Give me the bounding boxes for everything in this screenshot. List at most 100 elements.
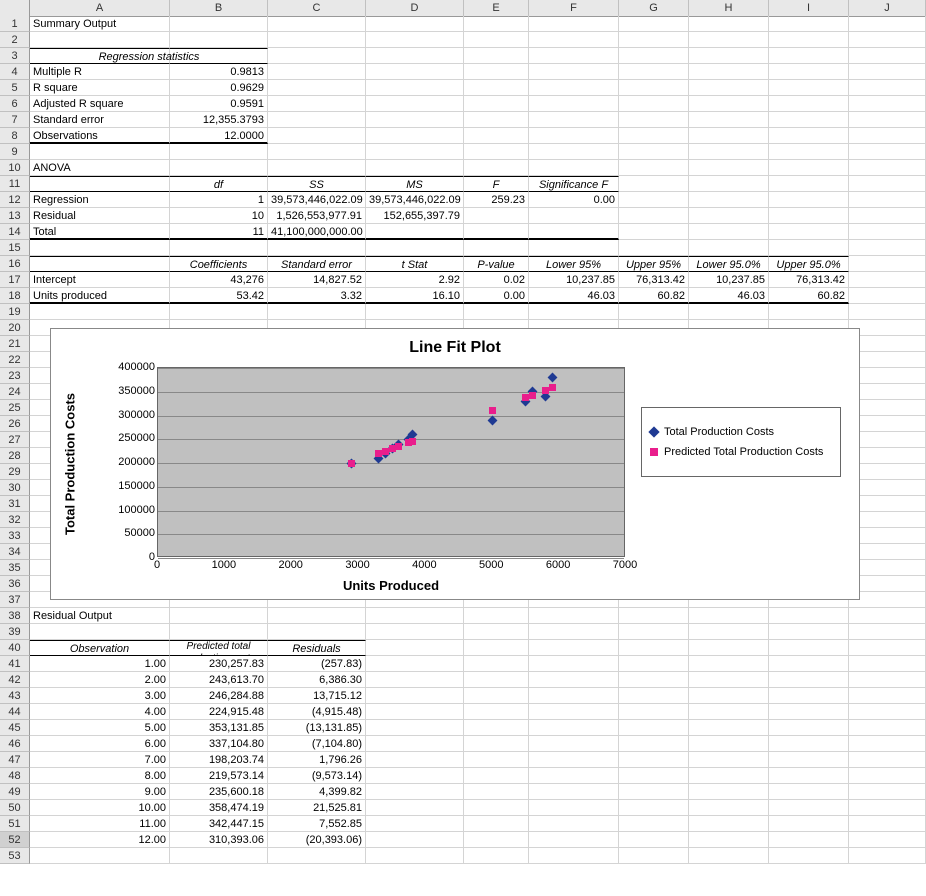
cell[interactable] [464,608,529,624]
cell[interactable] [619,608,689,624]
cell[interactable]: 10,237.85 [689,272,769,288]
cell[interactable]: 8.00 [30,768,170,784]
cell[interactable] [689,736,769,752]
cell[interactable] [689,752,769,768]
cell[interactable] [30,256,170,272]
cell[interactable]: 224,915.48 [170,704,268,720]
cell[interactable] [268,112,366,128]
cell[interactable]: SS [268,176,366,192]
cell[interactable] [464,144,529,160]
cell[interactable] [529,768,619,784]
cell[interactable] [366,32,464,48]
cell[interactable]: 16.10 [366,288,464,304]
cell[interactable] [849,768,926,784]
row-header[interactable]: 1 [0,16,30,32]
cell[interactable]: Upper 95.0% [769,256,849,272]
cell[interactable] [619,784,689,800]
cell[interactable] [619,640,689,656]
cell[interactable]: Residuals [268,640,366,656]
cell[interactable]: 76,313.42 [619,272,689,288]
cell[interactable] [849,480,926,496]
cell[interactable]: 0.9591 [170,96,268,112]
row-header[interactable]: 40 [0,640,30,656]
cell[interactable] [619,672,689,688]
cell[interactable] [170,16,268,32]
cell[interactable] [689,704,769,720]
cell[interactable]: Units produced [30,288,170,304]
row-header[interactable]: 8 [0,128,30,144]
cell[interactable] [689,688,769,704]
cell[interactable] [529,16,619,32]
cell[interactable] [769,240,849,256]
cell[interactable] [849,592,926,608]
cell[interactable] [529,96,619,112]
cell[interactable]: F [464,176,529,192]
cell[interactable] [529,160,619,176]
cell[interactable] [170,304,268,320]
column-header[interactable]: I [769,0,849,17]
cell[interactable] [689,192,769,208]
cell[interactable] [769,704,849,720]
cell[interactable]: (4,915.48) [268,704,366,720]
cell[interactable]: 0.00 [529,192,619,208]
cell[interactable] [619,816,689,832]
cell[interactable] [464,128,529,144]
cell[interactable] [464,848,529,864]
row-header[interactable]: 52 [0,832,30,848]
cell[interactable] [366,656,464,672]
cell[interactable] [268,160,366,176]
cell[interactable] [619,32,689,48]
cell[interactable]: 219,573.14 [170,768,268,784]
cell[interactable] [464,688,529,704]
cell[interactable] [769,720,849,736]
cell[interactable] [849,832,926,848]
cell[interactable]: 3.00 [30,688,170,704]
cell[interactable] [689,640,769,656]
row-header[interactable]: 50 [0,800,30,816]
cell[interactable] [619,800,689,816]
row-header[interactable]: 11 [0,176,30,192]
row-header[interactable]: 35 [0,560,30,576]
column-header[interactable]: A [30,0,170,17]
cell[interactable]: 0.9813 [170,64,268,80]
cell[interactable] [769,624,849,640]
cell[interactable] [464,672,529,688]
cell[interactable] [268,80,366,96]
cell[interactable]: 12.00 [30,832,170,848]
column-header[interactable]: B [170,0,268,17]
cell[interactable]: 4.00 [30,704,170,720]
cell[interactable]: 10,237.85 [529,272,619,288]
cell[interactable] [529,208,619,224]
cell[interactable] [769,832,849,848]
cell[interactable] [689,112,769,128]
row-header[interactable]: 12 [0,192,30,208]
cell[interactable] [849,400,926,416]
cell[interactable] [170,32,268,48]
cell[interactable] [464,32,529,48]
cell[interactable] [268,144,366,160]
cell[interactable]: 5.00 [30,720,170,736]
cell[interactable]: Coefficients [170,256,268,272]
row-header[interactable]: 27 [0,432,30,448]
cell[interactable] [689,48,769,64]
cell[interactable] [366,144,464,160]
row-header[interactable]: 16 [0,256,30,272]
cell[interactable] [529,608,619,624]
cell[interactable]: 46.03 [529,288,619,304]
cell[interactable]: 353,131.85 [170,720,268,736]
cell[interactable]: 53.42 [170,288,268,304]
cell[interactable] [268,128,366,144]
cell[interactable]: 337,104.80 [170,736,268,752]
row-header[interactable]: 53 [0,848,30,864]
cell[interactable]: Lower 95.0% [689,256,769,272]
cell[interactable]: 10.00 [30,800,170,816]
cell[interactable] [689,96,769,112]
cell[interactable] [849,16,926,32]
cell[interactable]: t Stat [366,256,464,272]
cell[interactable] [849,848,926,864]
cell[interactable] [366,704,464,720]
cell[interactable] [170,240,268,256]
column-header[interactable]: G [619,0,689,17]
cell[interactable] [170,608,268,624]
cell[interactable]: 43,276 [170,272,268,288]
